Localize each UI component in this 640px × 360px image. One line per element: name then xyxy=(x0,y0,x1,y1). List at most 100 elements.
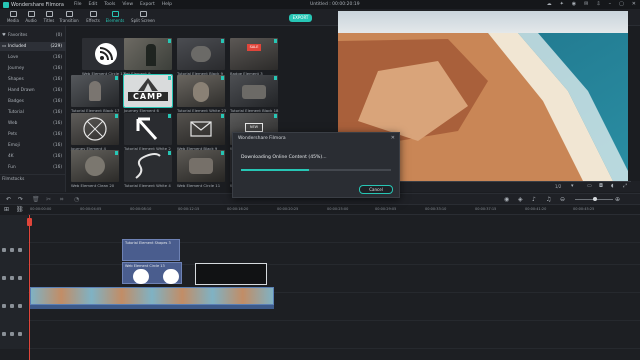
thumbnail[interactable]: CAMP xyxy=(123,74,173,108)
thumbnail[interactable]: SALE xyxy=(230,38,278,70)
zoom-slider-handle[interactable] xyxy=(593,197,597,201)
sidebar-item-badges[interactable]: Badges (16) xyxy=(0,97,66,106)
sidebar-item-emoji[interactable]: Emoji (16) xyxy=(0,141,66,150)
lightbulb-icon[interactable]: ✦ xyxy=(560,1,564,7)
cloud-sync-icon[interactable]: ☁ xyxy=(547,1,552,7)
thumbnail[interactable] xyxy=(82,38,130,70)
sidebar-item-shapes[interactable]: Shapes (16) xyxy=(0,75,66,84)
menu-tools[interactable]: Tools xyxy=(104,2,115,7)
speed-icon[interactable]: ◔ xyxy=(74,196,79,203)
menu-export[interactable]: Export xyxy=(140,2,155,7)
sidebar-item-tutorial[interactable]: Tutorial (16) xyxy=(0,108,66,117)
sidebar-item-4k[interactable]: 4K (16) xyxy=(0,152,66,161)
library-item[interactable]: Tutorial Element Black 17 xyxy=(71,75,119,115)
download-icon[interactable]: ⇩ xyxy=(596,1,600,7)
lock-icon[interactable] xyxy=(10,332,14,336)
volume-icon[interactable]: ◖ xyxy=(611,183,614,189)
zoom-in-icon[interactable]: ⊕ xyxy=(615,196,620,203)
library-item[interactable]: Web Element Clean 20 xyxy=(71,150,119,190)
menu-edit[interactable]: Edit xyxy=(89,2,98,7)
eye-icon[interactable] xyxy=(18,304,22,308)
snapshot-icon[interactable]: ◘ xyxy=(599,183,603,189)
mask-icon[interactable]: ◈ xyxy=(518,196,523,203)
message-icon[interactable]: ✉ xyxy=(584,1,588,7)
thumbnail[interactable] xyxy=(177,38,225,70)
voiceover-icon[interactable]: ♫ xyxy=(546,196,551,203)
sidebar-item-filmstocks[interactable]: Filmstocks xyxy=(0,174,66,183)
eye-icon[interactable] xyxy=(18,332,22,336)
library-item[interactable]: SALE Badge Element 3 xyxy=(230,38,278,78)
zoom-out-icon[interactable]: ⊖ xyxy=(560,196,565,203)
cancel-button[interactable]: Cancel xyxy=(359,185,393,194)
zoom-slider[interactable] xyxy=(575,197,613,201)
lock-icon[interactable] xyxy=(10,276,14,280)
tab-transition[interactable]: Transition xyxy=(58,11,80,23)
render-icon[interactable]: ◉ xyxy=(504,196,509,203)
close-icon[interactable]: ✕ xyxy=(391,135,395,141)
title-clip[interactable]: Web Element Circle 13 xyxy=(122,262,182,284)
library-item[interactable]: Tutorial Element White 23 xyxy=(177,75,226,115)
close-icon[interactable]: ✕ xyxy=(632,1,636,7)
sidebar-item-favorites[interactable]: ♥ Favorites (0) xyxy=(0,31,66,40)
video-clip[interactable] xyxy=(30,287,274,305)
timeline-ruler[interactable]: 00:00:00:00 00:00:04:05 00:00:08:10 00:0… xyxy=(28,205,640,215)
thumbnail[interactable] xyxy=(71,113,119,145)
thumbnail[interactable] xyxy=(71,75,119,107)
account-icon[interactable]: ◉ xyxy=(572,1,576,7)
thumbnail[interactable] xyxy=(177,150,225,182)
thumbnail[interactable] xyxy=(230,75,278,107)
sidebar-item-hand-drawn[interactable]: Hand Drawn (16) xyxy=(0,86,66,95)
tab-split-screen[interactable]: Split Screen xyxy=(130,11,156,23)
library-item[interactable]: Tutorial Element White 2 xyxy=(124,113,172,153)
redo-icon[interactable]: ↷ xyxy=(18,196,23,203)
library-item[interactable]: Web Element Circle 11 xyxy=(177,150,225,190)
microphone-icon[interactable]: ♪ xyxy=(532,196,536,203)
sidebar-item-love[interactable]: Love (16) xyxy=(0,53,66,62)
add-track-icon[interactable]: ⊞ xyxy=(4,206,9,213)
tab-effects[interactable]: Effects xyxy=(82,11,104,23)
library-item[interactable]: Journey Element 4 xyxy=(71,113,119,153)
lock-icon[interactable] xyxy=(10,304,14,308)
eye-icon[interactable] xyxy=(18,276,22,280)
lock-icon[interactable] xyxy=(10,248,14,252)
menu-view[interactable]: View xyxy=(122,2,133,7)
element-clip[interactable]: Tutorial Element Shapes 3 xyxy=(122,239,180,261)
library-item[interactable]: Web Element Circle 13 xyxy=(82,38,130,78)
thumbnail[interactable] xyxy=(124,150,172,182)
export-button[interactable]: EXPORT xyxy=(289,14,312,22)
minimize-icon[interactable]: – xyxy=(609,1,612,7)
fullscreen-icon[interactable]: ⤢ xyxy=(623,183,627,189)
playhead-handle[interactable] xyxy=(27,218,32,226)
library-item[interactable]: Tutorial Element White 4 xyxy=(124,150,172,190)
tab-elements[interactable]: Elements xyxy=(104,11,126,23)
monitor-icon[interactable]: ▭ xyxy=(587,183,592,189)
thumbnail[interactable] xyxy=(177,113,225,145)
menu-file[interactable]: File xyxy=(74,2,82,7)
library-item[interactable]: Tutorial Element Black 9 xyxy=(177,38,225,78)
sidebar-item-pets[interactable]: Pets (16) xyxy=(0,130,66,139)
library-item[interactable]: Web Element Black 9 xyxy=(177,113,225,153)
thumbnail[interactable] xyxy=(71,150,119,182)
maximize-icon[interactable]: ▢ xyxy=(619,1,624,7)
thumbnail[interactable] xyxy=(124,38,172,70)
link-icon[interactable]: ⛓ xyxy=(16,206,24,213)
sidebar-item-included[interactable]: ▭ Included (229) xyxy=(0,42,66,51)
sidebar-item-web[interactable]: Web (16) xyxy=(0,119,66,128)
crop-icon[interactable]: ⌗ xyxy=(60,196,63,204)
cut-icon[interactable]: ✂ xyxy=(46,196,51,203)
thumbnail[interactable] xyxy=(177,75,225,107)
playhead[interactable] xyxy=(29,215,30,360)
library-item[interactable]: Pet Element 9 xyxy=(124,38,172,78)
tab-titles[interactable]: Titles xyxy=(38,11,60,23)
undo-icon[interactable]: ↶ xyxy=(6,196,11,203)
library-item[interactable]: CAMP Journey Element 6 xyxy=(123,74,173,115)
sidebar-item-journey[interactable]: Journey (16) xyxy=(0,64,66,73)
library-item[interactable]: Tutorial Element Black 18 xyxy=(230,75,278,115)
thumbnail[interactable] xyxy=(124,113,172,145)
eye-icon[interactable] xyxy=(18,248,22,252)
delete-icon[interactable]: 🗑 xyxy=(32,196,40,203)
dropdown-icon[interactable]: ▾ xyxy=(571,183,574,189)
sidebar-item-fun[interactable]: Fun (16) xyxy=(0,163,66,172)
selected-clip[interactable] xyxy=(195,263,267,285)
menu-help[interactable]: Help xyxy=(162,2,172,7)
